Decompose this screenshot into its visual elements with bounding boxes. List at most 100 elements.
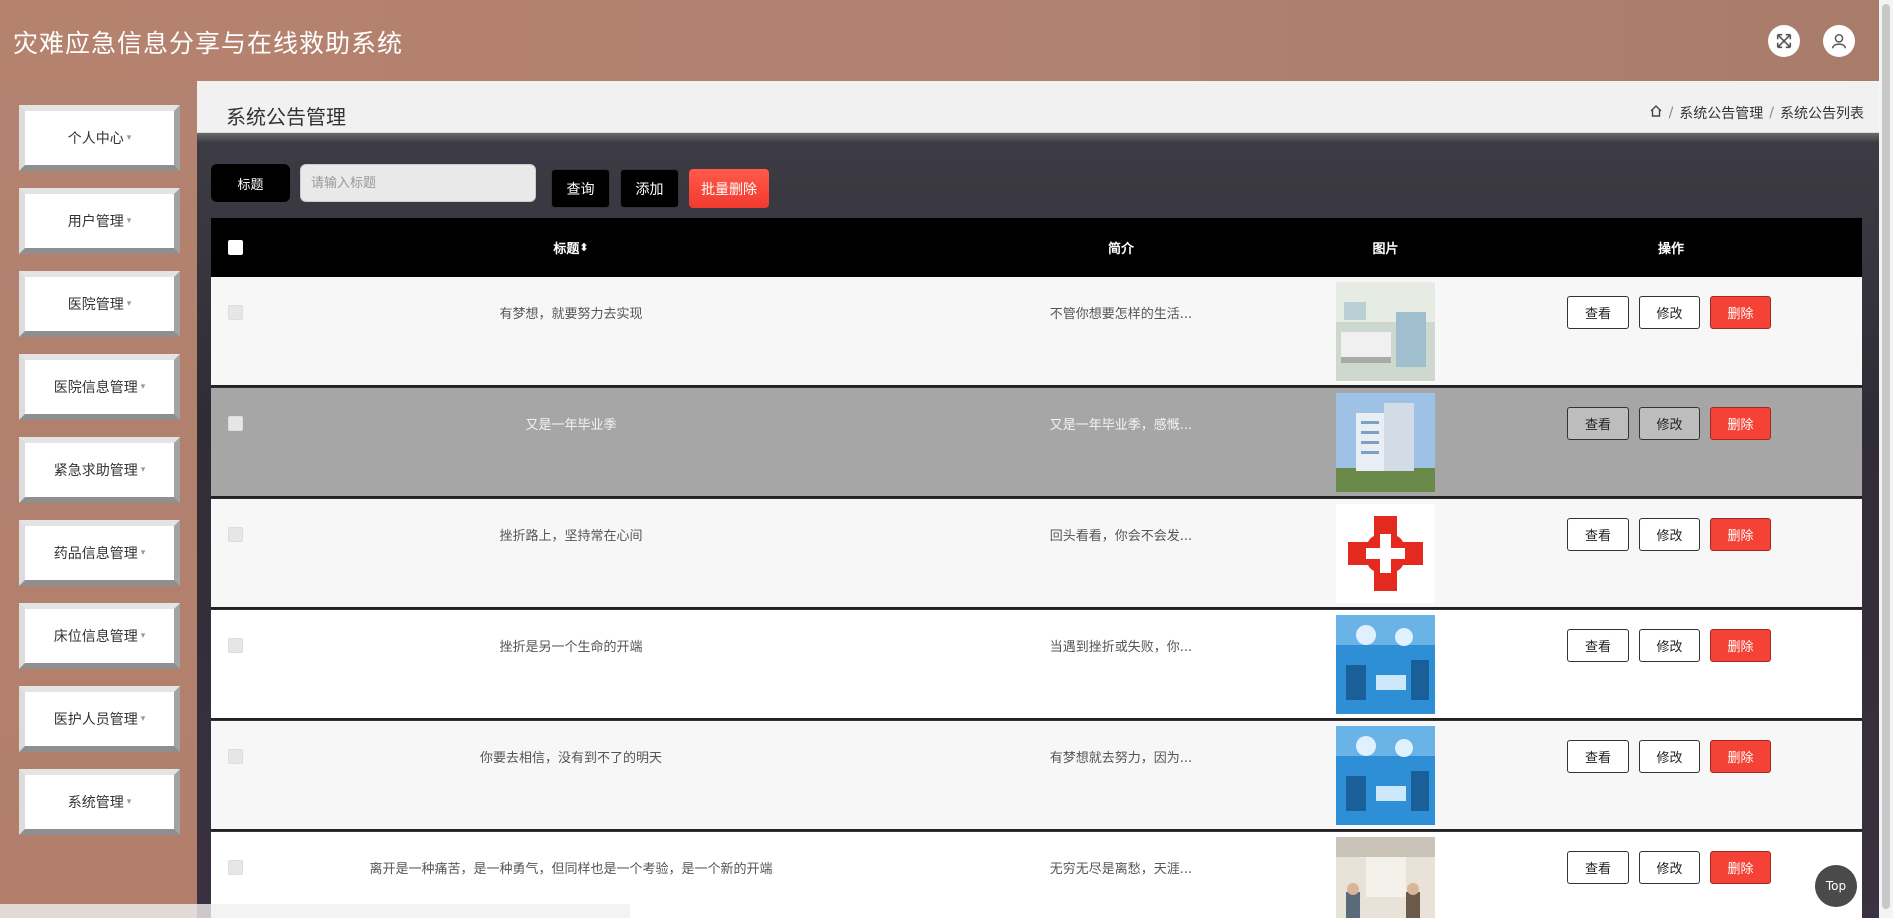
caret-down-icon: ▾	[126, 216, 132, 226]
row-image-operating-room	[1336, 615, 1435, 714]
select-all-checkbox[interactable]	[228, 218, 243, 277]
row-title: 你要去相信，没有到不了的明天	[479, 750, 662, 766]
add-button[interactable]: 添加	[620, 169, 679, 208]
app-title: 灾难应急信息分享与在线救助系统	[13, 29, 404, 58]
sidebar-item-label: 床位信息管理	[53, 629, 138, 645]
row-checkbox[interactable]	[228, 832, 243, 902]
view-button[interactable]: 查看	[1567, 740, 1629, 773]
sidebar-item-user-management[interactable]: 用户管理 ▾	[19, 188, 180, 254]
row-title: 离开是一种痛苦，是一种勇气，但同样也是一个考验，是一个新的开端	[369, 861, 773, 877]
view-button[interactable]: 查看	[1567, 851, 1629, 884]
row-checkbox[interactable]	[228, 499, 243, 569]
back-to-top-button[interactable]: Top	[1815, 865, 1857, 907]
row-title: 挫折是另一个生命的开端	[499, 639, 643, 655]
sidebar-item-label: 系统管理	[67, 795, 124, 811]
breadcrumb-item[interactable]: 系统公告管理	[1679, 103, 1763, 123]
announcement-table: 标题 ⬍ 简介 图片 操作 有梦想，就要努力去实现 不管你想要怎样的生活... 查…	[211, 218, 1862, 918]
delete-button[interactable]: 删除	[1710, 740, 1771, 773]
edit-button[interactable]: 修改	[1639, 296, 1700, 329]
column-header-actions: 操作	[1657, 242, 1684, 257]
row-checkbox[interactable]	[228, 721, 243, 791]
sidebar: 个人中心 ▾ 用户管理 ▾ 医院管理 ▾ 医院信息管理 ▾ 紧急求助管理 ▾ 药品信息管理…	[0, 81, 197, 918]
sidebar-item-personal-center[interactable]: 个人中心 ▾	[19, 105, 180, 171]
sidebar-item-label: 药品信息管理	[53, 546, 138, 562]
breadcrumb: / 系统公告管理 / 系统公告列表	[1649, 103, 1864, 123]
home-icon[interactable]	[1649, 104, 1663, 122]
status-strip	[0, 904, 630, 918]
fullscreen-icon[interactable]	[1768, 25, 1800, 57]
delete-button[interactable]: 删除	[1710, 296, 1771, 329]
row-title: 有梦想，就要努力去实现	[499, 306, 643, 322]
batch-delete-button[interactable]: 批量删除	[689, 169, 769, 208]
caret-down-icon: ▾	[140, 465, 146, 475]
table-header: 标题 ⬍ 简介 图片 操作	[211, 218, 1862, 277]
row-image-operating-room	[1336, 726, 1435, 825]
caret-down-icon: ▾	[126, 299, 132, 309]
page-title: 系统公告管理	[226, 105, 346, 129]
row-checkbox[interactable]	[228, 610, 243, 680]
caret-down-icon: ▾	[140, 548, 146, 558]
sidebar-item-bed-info-management[interactable]: 床位信息管理 ▾	[19, 603, 180, 669]
query-button[interactable]: 查询	[551, 169, 610, 208]
delete-button[interactable]: 删除	[1710, 518, 1771, 551]
column-header-image: 图片	[1372, 242, 1399, 257]
row-image-hospital-ward	[1336, 282, 1435, 381]
row-image-hospital-hallway	[1336, 837, 1435, 918]
table-row: 挫折路上，坚持常在心间 回头看看，你会不会发... 查看 修改 删除	[211, 499, 1862, 609]
breadcrumb-separator: /	[1668, 105, 1674, 121]
edit-button[interactable]: 修改	[1639, 740, 1700, 773]
sidebar-item-hospital-info-management[interactable]: 医院信息管理 ▾	[19, 354, 180, 420]
sidebar-item-label: 用户管理	[67, 214, 124, 230]
top-header: 灾难应急信息分享与在线救助系统	[0, 0, 1893, 81]
delete-button[interactable]: 删除	[1710, 629, 1771, 662]
table-row: 又是一年毕业季 又是一年毕业季，感慨... 查看 修改 删除	[211, 388, 1862, 498]
sidebar-item-label: 医院管理	[67, 297, 124, 313]
title-search-input[interactable]	[300, 164, 536, 202]
view-button[interactable]: 查看	[1567, 296, 1629, 329]
header-shadow	[197, 133, 1879, 143]
sidebar-item-system-management[interactable]: 系统管理 ▾	[19, 769, 180, 835]
table-row: 你要去相信，没有到不了的明天 有梦想就去努力，因为... 查看 修改 删除	[211, 721, 1862, 831]
sidebar-item-label: 紧急求助管理	[53, 463, 138, 479]
sidebar-item-label: 医护人员管理	[53, 712, 138, 728]
row-summary: 无穷无尽是离愁，天涯...	[1049, 861, 1193, 877]
breadcrumb-item: 系统公告列表	[1780, 106, 1864, 122]
caret-down-icon: ▾	[140, 631, 146, 641]
row-summary: 不管你想要怎样的生活...	[1049, 306, 1193, 322]
page-header: 系统公告管理 / 系统公告管理 / 系统公告列表	[197, 81, 1879, 133]
row-checkbox[interactable]	[228, 388, 243, 458]
delete-button[interactable]: 删除	[1710, 851, 1771, 884]
delete-button[interactable]: 删除	[1710, 407, 1771, 440]
caret-down-icon: ▾	[126, 133, 132, 143]
row-checkbox[interactable]	[228, 277, 243, 347]
view-button[interactable]: 查看	[1567, 407, 1629, 440]
sidebar-item-medical-staff-management[interactable]: 医护人员管理 ▾	[19, 686, 180, 752]
edit-button[interactable]: 修改	[1639, 851, 1700, 884]
table-row: 挫折是另一个生命的开端 当遇到挫折或失败，你... 查看 修改 删除	[211, 610, 1862, 720]
caret-down-icon: ▾	[140, 714, 146, 724]
sort-icon[interactable]: ⬍	[579, 241, 588, 254]
scrollbar-thumb[interactable]	[1882, 4, 1890, 909]
row-summary: 又是一年毕业季，感慨...	[1049, 417, 1193, 433]
table-row: 有梦想，就要努力去实现 不管你想要怎样的生活... 查看 修改 删除	[211, 277, 1862, 387]
row-summary: 回头看看，你会不会发...	[1049, 528, 1193, 544]
edit-button[interactable]: 修改	[1639, 518, 1700, 551]
caret-down-icon: ▾	[140, 382, 146, 392]
user-avatar-icon[interactable]	[1823, 25, 1855, 57]
edit-button[interactable]: 修改	[1639, 407, 1700, 440]
sidebar-item-hospital-management[interactable]: 医院管理 ▾	[19, 271, 180, 337]
column-header-summary: 简介	[1107, 242, 1134, 257]
column-header-title[interactable]: 标题 ⬍	[511, 218, 631, 277]
sidebar-item-emergency-help-management[interactable]: 紧急求助管理 ▾	[19, 437, 180, 503]
row-image-red-cross	[1336, 504, 1435, 603]
view-button[interactable]: 查看	[1567, 629, 1629, 662]
sidebar-item-medicine-info-management[interactable]: 药品信息管理 ▾	[19, 520, 180, 586]
scrollbar[interactable]	[1879, 0, 1893, 918]
sidebar-item-label: 个人中心	[67, 131, 124, 147]
row-title: 挫折路上，坚持常在心间	[499, 528, 643, 544]
row-summary: 当遇到挫折或失败，你...	[1049, 639, 1193, 655]
view-button[interactable]: 查看	[1567, 518, 1629, 551]
title-filter-label: 标题	[211, 164, 290, 202]
edit-button[interactable]: 修改	[1639, 629, 1700, 662]
breadcrumb-separator: /	[1769, 105, 1774, 121]
